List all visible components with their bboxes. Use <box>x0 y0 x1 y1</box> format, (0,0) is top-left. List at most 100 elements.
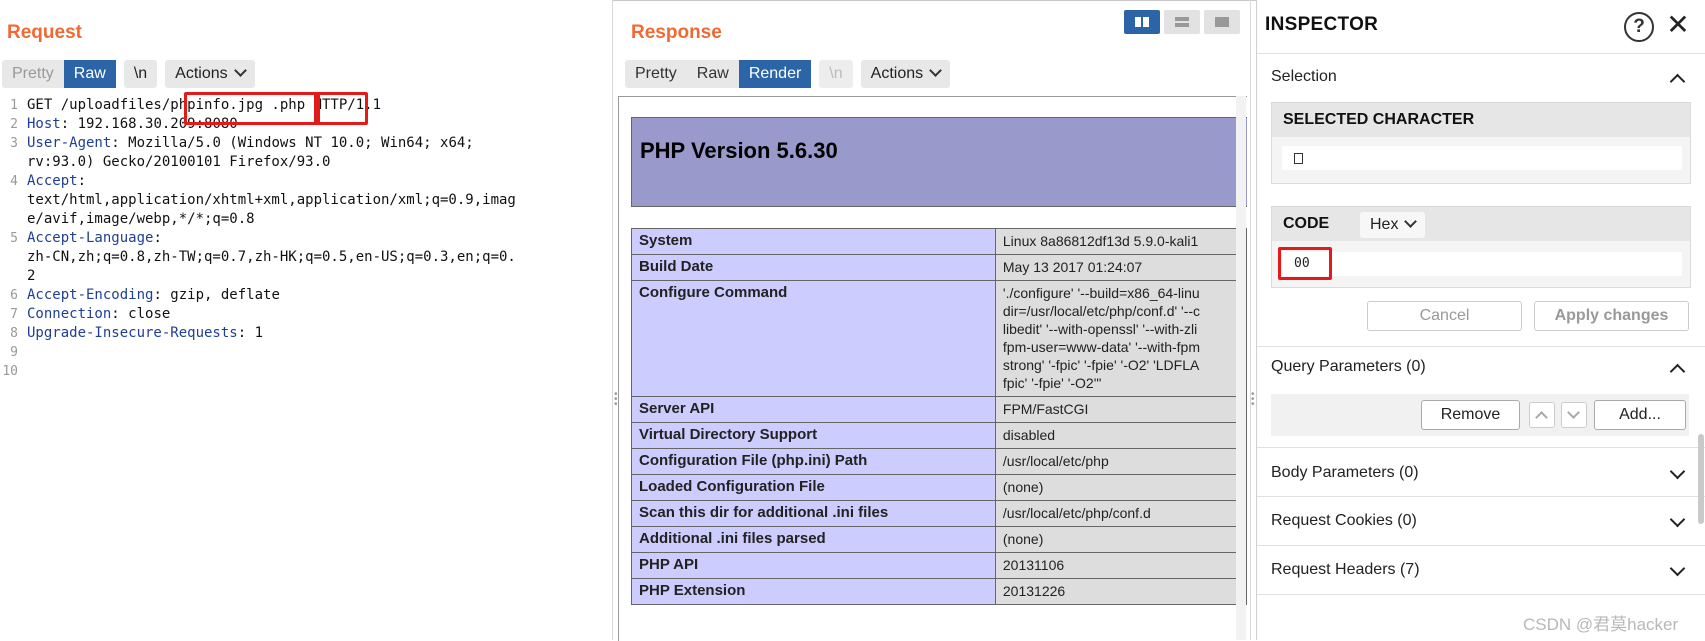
header-name: Connection <box>27 306 112 322</box>
null-char-glyph <box>1294 153 1303 164</box>
tab-raw[interactable]: Raw <box>687 60 739 88</box>
scrollbar-thumb[interactable] <box>1698 434 1704 524</box>
close-icon[interactable]: ✕ <box>1665 11 1691 39</box>
line-number: 1 <box>10 98 18 113</box>
line-number: 4 <box>10 174 18 189</box>
section-selection[interactable]: Selection <box>1271 68 1337 86</box>
header-line: Accept-Encoding: gzip, deflate <box>27 286 280 305</box>
header-name: Upgrade-Insecure-Requests <box>27 325 238 341</box>
phpinfo-key: Virtual Directory Support <box>631 422 996 449</box>
phpinfo-value: FPM/FastCGI <box>994 396 1247 423</box>
request-pane: Request Pretty Raw \n Actions 1 GET /uplo… <box>0 0 612 640</box>
section-body-parameters[interactable]: Body Parameters (0) <box>1271 464 1419 482</box>
rows-icon <box>1175 23 1189 27</box>
tab-pretty[interactable]: Pretty <box>2 60 64 88</box>
chevron-down-icon[interactable] <box>1669 463 1686 480</box>
add-button[interactable]: Add... <box>1594 400 1686 430</box>
php-version-header: PHP Version 5.6.30 <box>631 117 1247 207</box>
header-value-wrap: zh-CN,zh;q=0.8,zh-TW;q=0.7,zh-HK;q=0.5,e… <box>27 249 516 265</box>
inspector-splitter[interactable] <box>1250 0 1251 640</box>
actions-button[interactable]: Actions <box>860 60 951 88</box>
response-title: Response <box>631 22 722 43</box>
phpinfo-key: Scan this dir for additional .ini files <box>631 500 996 527</box>
response-view-tabs: Pretty Raw Render <box>625 60 812 88</box>
drag-handle-icon[interactable]: • • • <box>614 390 618 410</box>
tab-raw[interactable]: Raw <box>63 60 116 88</box>
newline-toggle[interactable]: \n <box>819 60 853 88</box>
actions-label: Actions <box>175 65 228 82</box>
layout-stacked-button[interactable] <box>1164 10 1200 34</box>
phpinfo-value-line: strong' '-fpic' '-fpie' '-O2' 'LDFLA <box>1002 357 1200 373</box>
header-colon: : <box>60 116 70 132</box>
layout-side-by-side-button[interactable] <box>1124 10 1160 34</box>
render-scrollbar[interactable] <box>1236 96 1246 640</box>
help-icon[interactable]: ? <box>1624 12 1654 42</box>
actions-button[interactable]: Actions <box>165 60 255 88</box>
tab-layout-icon <box>1215 17 1229 27</box>
header-line: Accept-Language: <box>27 229 162 248</box>
inspector-title: INSPECTOR <box>1265 14 1379 35</box>
header-colon: : <box>77 173 87 189</box>
request-editor[interactable]: 1 GET /uploadfiles/phpinfo.jpg .php HTTP/… <box>0 92 612 640</box>
header-colon: : <box>237 325 247 341</box>
phpinfo-table: System Linux 8a86812df13d 5.9.0-kali1 Buil… <box>631 228 1247 605</box>
move-down-button[interactable] <box>1561 402 1587 428</box>
cancel-button[interactable]: Cancel <box>1367 301 1522 331</box>
phpinfo-value-line: (none) <box>1002 531 1044 547</box>
phpinfo-value-line: fpic' '-fpie' '-O2'" <box>1002 375 1102 391</box>
arrow-up-icon <box>1535 411 1548 424</box>
phpinfo-value-line: Linux 8a86812df13d 5.9.0-kali1 <box>1002 233 1199 249</box>
header-value: close <box>119 306 171 322</box>
chevron-down-icon[interactable] <box>1669 511 1686 528</box>
selected-character-label: SELECTED CHARACTER <box>1283 111 1475 128</box>
inspector-scrollbar[interactable] <box>1698 54 1704 634</box>
line-number: 7 <box>10 307 18 322</box>
pane-splitter[interactable] <box>612 0 613 640</box>
phpinfo-key: PHP API <box>631 552 996 579</box>
code-label: CODE <box>1283 215 1330 232</box>
header-colon: : <box>153 287 162 303</box>
phpinfo-value-line: dir=/usr/local/etc/php/conf.d' '--c <box>1002 303 1201 319</box>
actions-label: Actions <box>870 65 924 82</box>
remove-button[interactable]: Remove <box>1421 400 1520 430</box>
phpinfo-row: PHP API 20131106 <box>631 552 1247 579</box>
render-view[interactable]: PHP Version 5.6.30 System Linux 8a86812df… <box>618 96 1247 641</box>
section-query-parameters[interactable]: Query Parameters (0) <box>1271 358 1426 376</box>
chevron-up-icon[interactable] <box>1669 73 1686 90</box>
drag-handle-icon[interactable]: • • • <box>1251 390 1255 410</box>
apply-changes-button[interactable]: Apply changes <box>1534 301 1689 331</box>
header-value: gzip, deflate <box>161 287 280 303</box>
divider <box>1257 53 1705 54</box>
chevron-down-icon <box>929 64 942 77</box>
phpinfo-row: Loaded Configuration File (none) <box>631 474 1247 501</box>
phpinfo-value-line: './configure' '--build=x86_64-linu <box>1002 285 1200 301</box>
phpinfo-row: Configure Command './configure' '--build=… <box>631 280 1247 397</box>
highlight-filename <box>184 92 320 125</box>
phpinfo-value-line: 20131226 <box>1002 583 1066 599</box>
columns-icon <box>1143 17 1149 27</box>
phpinfo-key: Configure Command <box>631 280 996 397</box>
chevron-up-icon[interactable] <box>1669 363 1686 380</box>
phpinfo-key: Server API <box>631 396 996 423</box>
header-value: 1 <box>246 325 264 341</box>
phpinfo-value: 20131226 <box>994 578 1247 605</box>
phpinfo-value-line: May 13 2017 01:24:07 <box>1002 259 1143 275</box>
chevron-down-icon[interactable] <box>1669 560 1686 577</box>
tab-render[interactable]: Render <box>738 60 812 88</box>
layout-toggle <box>1124 10 1244 34</box>
code-input[interactable]: 00 <box>1282 252 1682 276</box>
header-line: User-Agent: Mozilla/5.0 (Windows NT 10.0… <box>27 134 474 153</box>
line-number: 5 <box>10 231 18 246</box>
columns-icon <box>1135 17 1141 27</box>
move-up-button[interactable] <box>1529 402 1555 428</box>
newline-toggle[interactable]: \n <box>123 60 158 88</box>
phpinfo-value: (none) <box>994 474 1247 501</box>
layout-tabs-button[interactable] <box>1204 10 1240 34</box>
selected-character-value <box>1282 146 1682 170</box>
code-format-select[interactable]: Hex <box>1360 212 1426 238</box>
highlight-code <box>1278 247 1332 280</box>
section-request-cookies[interactable]: Request Cookies (0) <box>1271 512 1417 530</box>
tab-pretty[interactable]: Pretty <box>625 60 687 88</box>
phpinfo-value: /usr/local/etc/php <box>994 448 1247 475</box>
section-request-headers[interactable]: Request Headers (7) <box>1271 561 1420 579</box>
